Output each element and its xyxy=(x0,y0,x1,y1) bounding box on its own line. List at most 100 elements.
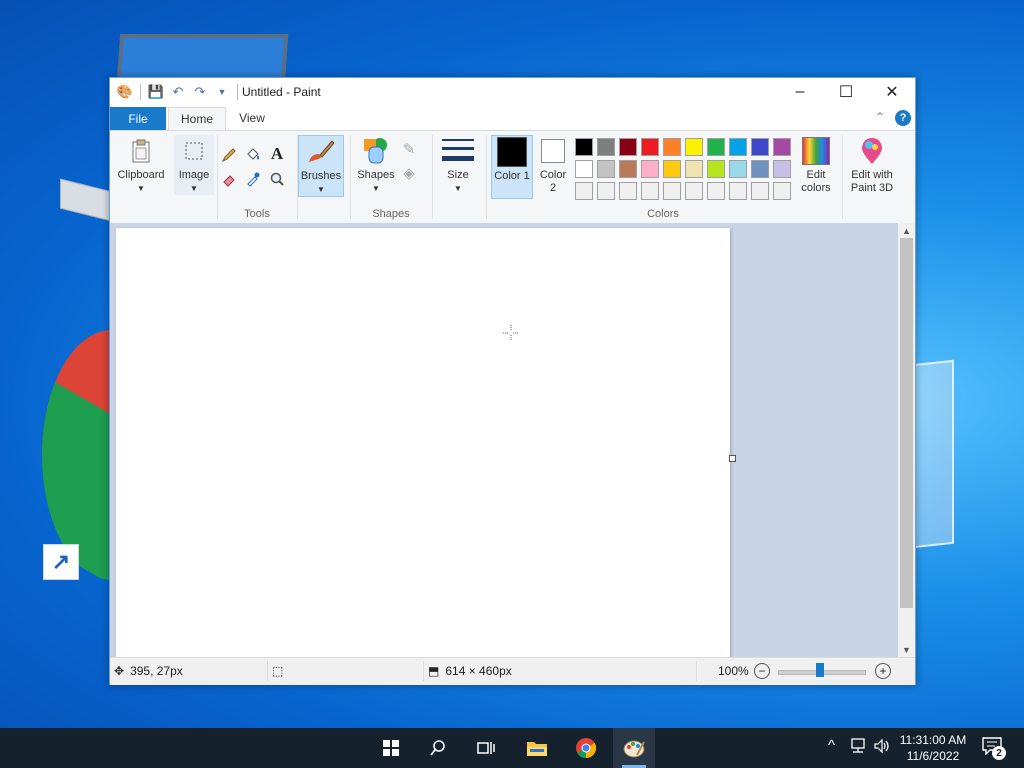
palette-swatch[interactable] xyxy=(685,160,703,178)
title-bar: 🎨 💾 ↶ ↷ ▼ Untitled - Paint – ☐ ✕ xyxy=(110,78,915,106)
cursor-position: 395, 27px xyxy=(130,664,183,678)
task-view-icon[interactable] xyxy=(474,736,498,760)
chrome-icon[interactable] xyxy=(574,736,598,760)
rainbow-icon xyxy=(800,135,832,167)
edit-with-paint3d-button[interactable]: Edit with Paint 3D xyxy=(846,135,898,195)
size-button[interactable]: Size ▼ xyxy=(438,135,478,195)
scrollbar-thumb[interactable] xyxy=(900,238,913,608)
show-hidden-icons-icon[interactable]: ^ xyxy=(828,737,835,754)
crosshair-cursor-icon xyxy=(503,325,519,341)
palette-swatch[interactable] xyxy=(751,182,769,200)
palette-swatch[interactable] xyxy=(619,182,637,200)
palette-swatch[interactable] xyxy=(685,182,703,200)
color-picker-icon[interactable] xyxy=(243,169,263,189)
maximize-button[interactable]: ☐ xyxy=(823,78,869,106)
palette-swatch[interactable] xyxy=(597,160,615,178)
scroll-down-icon[interactable]: ▼ xyxy=(898,642,915,657)
palette-swatch[interactable] xyxy=(707,182,725,200)
clipboard-icon xyxy=(125,135,157,167)
brushes-button[interactable]: Brushes ▼ xyxy=(298,135,344,197)
palette-swatch[interactable] xyxy=(575,138,593,156)
drawing-canvas[interactable] xyxy=(116,228,730,657)
pencil-icon[interactable] xyxy=(219,145,239,165)
network-icon[interactable] xyxy=(850,738,868,758)
vertical-scrollbar[interactable]: ▲ ▼ xyxy=(898,223,915,657)
palette-swatch[interactable] xyxy=(597,182,615,200)
close-button[interactable]: ✕ xyxy=(869,78,915,106)
canvas-workspace[interactable] xyxy=(110,223,898,657)
shapes-icon xyxy=(360,135,392,167)
select-icon xyxy=(178,135,210,167)
palette-swatch[interactable] xyxy=(773,138,791,156)
palette-swatch[interactable] xyxy=(729,182,747,200)
clock-date: 11/6/2022 xyxy=(906,749,960,763)
zoom-in-icon[interactable]: + xyxy=(875,663,891,679)
minimize-button[interactable]: – xyxy=(777,78,823,106)
image-label: Image xyxy=(178,169,210,181)
palette-swatch[interactable] xyxy=(685,138,703,156)
edit-colors-button[interactable]: Edit colors xyxy=(796,135,836,195)
tab-view[interactable]: View xyxy=(228,107,276,129)
search-icon[interactable] xyxy=(426,736,450,760)
palette-swatch[interactable] xyxy=(751,138,769,156)
palette-swatch[interactable] xyxy=(641,182,659,200)
palette-swatch[interactable] xyxy=(641,160,659,178)
start-windows-icon[interactable] xyxy=(379,736,403,760)
clipboard-button[interactable]: Clipboard ▼ xyxy=(115,135,167,195)
shortcut-arrow-icon[interactable]: ↗ xyxy=(43,544,79,580)
chevron-down-icon: ▼ xyxy=(317,185,325,194)
resize-handle-right[interactable] xyxy=(729,455,736,462)
fill-icon[interactable]: ◈ xyxy=(399,163,419,183)
color1-swatch xyxy=(497,137,527,167)
palette-swatch[interactable] xyxy=(773,182,791,200)
selection-size-icon: ⬚ xyxy=(272,664,284,678)
color2-label: Color 2 xyxy=(539,169,567,194)
brushes-label: Brushes xyxy=(300,170,342,182)
palette-swatch[interactable] xyxy=(575,182,593,200)
color2-button[interactable]: Color 2 xyxy=(535,135,571,195)
paint-app-icon[interactable]: 🎨 xyxy=(116,83,134,101)
taskbar: ^ 11:31:00 AM 11/6/2022 2 xyxy=(0,728,1024,768)
customize-qat-icon[interactable]: ▼ xyxy=(213,83,231,101)
palette-swatch[interactable] xyxy=(663,182,681,200)
image-button[interactable]: Image ▼ xyxy=(174,135,214,195)
palette-swatch[interactable] xyxy=(663,138,681,156)
volume-icon[interactable] xyxy=(873,738,891,758)
text-icon[interactable]: A xyxy=(267,144,287,164)
tab-home[interactable]: Home xyxy=(168,107,226,130)
palette-swatch[interactable] xyxy=(729,160,747,178)
scroll-up-icon[interactable]: ▲ xyxy=(898,223,915,238)
paint3d-label: Edit with Paint 3D xyxy=(850,169,894,194)
palette-swatch[interactable] xyxy=(619,138,637,156)
magnifier-icon[interactable] xyxy=(267,169,287,189)
fill-bucket-icon[interactable] xyxy=(243,145,263,165)
color2-swatch xyxy=(541,139,565,163)
palette-swatch[interactable] xyxy=(663,160,681,178)
zoom-slider-thumb[interactable] xyxy=(816,663,824,677)
undo-icon[interactable]: ↶ xyxy=(169,83,187,101)
palette-swatch[interactable] xyxy=(707,160,725,178)
color1-button[interactable]: Color 1 xyxy=(491,135,533,199)
palette-swatch[interactable] xyxy=(707,138,725,156)
collapse-ribbon-icon[interactable]: ⌃ xyxy=(875,110,885,124)
shapes-button[interactable]: Shapes ▼ xyxy=(354,135,398,195)
redo-icon[interactable]: ↷ xyxy=(191,83,209,101)
file-explorer-icon[interactable] xyxy=(525,736,549,760)
palette-swatch[interactable] xyxy=(773,160,791,178)
save-icon[interactable]: 💾 xyxy=(147,83,165,101)
palette-swatch[interactable] xyxy=(619,160,637,178)
palette-swatch[interactable] xyxy=(575,160,593,178)
palette-swatch[interactable] xyxy=(751,160,769,178)
tab-file[interactable]: File xyxy=(110,107,166,130)
outline-icon[interactable]: ✎ xyxy=(399,139,419,159)
paint-taskbar-icon[interactable] xyxy=(622,736,646,760)
chevron-down-icon: ▼ xyxy=(190,184,198,193)
palette-swatch[interactable] xyxy=(641,138,659,156)
clock[interactable]: 11:31:00 AM 11/6/2022 xyxy=(896,732,970,764)
palette-swatch[interactable] xyxy=(729,138,747,156)
eraser-icon[interactable] xyxy=(219,169,239,189)
zoom-out-icon[interactable]: − xyxy=(754,663,770,679)
palette-swatch[interactable] xyxy=(597,138,615,156)
recycle-bin-icon[interactable] xyxy=(912,359,954,549)
help-icon[interactable]: ? xyxy=(895,110,911,126)
